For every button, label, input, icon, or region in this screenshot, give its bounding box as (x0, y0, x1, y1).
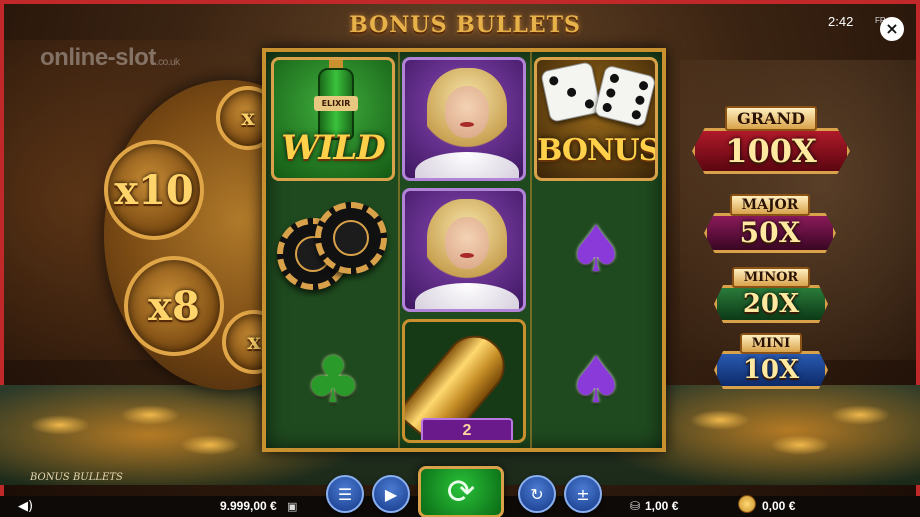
footer-game-name: BONUS BULLETS (30, 472, 123, 483)
cylinder-chamber-x10: x10 (104, 140, 204, 240)
jackpot-major-value: 50X (704, 213, 836, 253)
reel-cell-r2c2 (399, 185, 529, 315)
bonus-label: BONUS (537, 133, 658, 168)
lady-fur (415, 283, 519, 309)
casino-chips-symbol (271, 188, 395, 312)
reel-cell-r3c1: ♣ (268, 316, 398, 446)
autoplay-button[interactable]: ↻ (518, 475, 556, 513)
wild-label: WILD (281, 128, 385, 168)
jackpot-major-label: MAJOR (729, 194, 811, 216)
blonde-lady-symbol (402, 188, 526, 312)
wallet-icon: ▣ (287, 500, 298, 513)
game-title: BONUS BULLETS (349, 12, 581, 38)
wild-symbol: ELIXIR WILD (271, 57, 395, 181)
bet-adjust-button[interactable]: ± (564, 475, 602, 513)
menu-button[interactable]: ☰ (326, 475, 364, 513)
bet-value: 1,00 € (645, 499, 679, 513)
dice-icon (540, 61, 602, 123)
bullet-value: 2 (421, 418, 513, 440)
spade-icon: ♠ (567, 213, 625, 287)
lady-fur (415, 152, 519, 178)
speaker-icon[interactable]: ◀) (18, 499, 36, 514)
spin-arrows-icon: ⟳ (446, 472, 476, 512)
reel-grid: ELIXIR WILD BONUS ♠ ♣ 2 ♠ (262, 48, 666, 452)
jackpot-major: MAJOR 50X (704, 194, 836, 253)
casino-chip-icon (315, 202, 387, 274)
coins-plus-minus-icon: ± (576, 484, 590, 504)
jackpot-minor-label: MINOR (731, 267, 811, 288)
spade-icon: ♠ (567, 344, 625, 418)
jackpot-mini: MINI 10X (714, 333, 828, 389)
clock: 2:42 (828, 14, 854, 29)
frame-top-border (0, 0, 920, 4)
reel-cell-r1c2 (399, 54, 529, 184)
jackpot-grand-label: GRAND (725, 106, 817, 131)
multiplier-x8: x8 (148, 282, 200, 330)
watermark-suffix: .co.uk (155, 57, 180, 68)
watermark: online-slot.co.uk (40, 44, 180, 72)
close-button[interactable]: × (880, 17, 904, 41)
game-screen: online-slot.co.uk BONUS BULLETS 2:42 FR … (0, 0, 920, 517)
play-icon: ▶ (384, 484, 398, 504)
club-icon: ♣ (304, 344, 362, 418)
elixir-label: ELIXIR (314, 96, 358, 111)
lady-lips (460, 122, 474, 127)
dice-icon (593, 64, 655, 128)
jackpot-minor: MINOR 20X (714, 267, 828, 323)
bonus-symbol: BONUS (534, 57, 658, 181)
win-coins-icon (738, 495, 756, 513)
bet-coins-icon: ⛁ (630, 499, 641, 513)
jackpot-grand: GRAND 100X (692, 106, 850, 174)
spin-button[interactable]: ⟳ (418, 466, 504, 517)
reel-cell-r2c3: ♠ (531, 185, 661, 315)
jackpot-grand-value: 100X (692, 128, 850, 174)
reel-cell-r1c1: ELIXIR WILD (268, 54, 398, 184)
cylinder-chamber-x8: x8 (124, 256, 224, 356)
autoplay-icon: ↻ (530, 484, 544, 504)
reel-cell-r3c2: 2 (399, 316, 529, 446)
menu-icon: ☰ (337, 484, 353, 504)
watermark-text: online-slot (40, 44, 156, 71)
lady-lips (460, 253, 474, 258)
lady-face (445, 217, 489, 269)
multiplier-x10: x10 (114, 166, 194, 214)
lady-face (445, 86, 489, 138)
jackpot-mini-label: MINI (739, 333, 803, 354)
golden-bullet-symbol: 2 (402, 319, 526, 443)
balance-value: 9.999,00 € (220, 499, 277, 513)
jackpot-mini-value: 10X (714, 351, 828, 389)
jackpot-minor-value: 20X (714, 285, 828, 323)
reel-cell-r1c3: BONUS (531, 54, 661, 184)
win-value: 0,00 € (762, 499, 796, 513)
blonde-lady-symbol (402, 57, 526, 181)
play-button[interactable]: ▶ (372, 475, 410, 513)
reel-cell-r2c1 (268, 185, 398, 315)
close-icon: × (885, 19, 899, 38)
reel-cell-r3c3: ♠ (531, 316, 661, 446)
